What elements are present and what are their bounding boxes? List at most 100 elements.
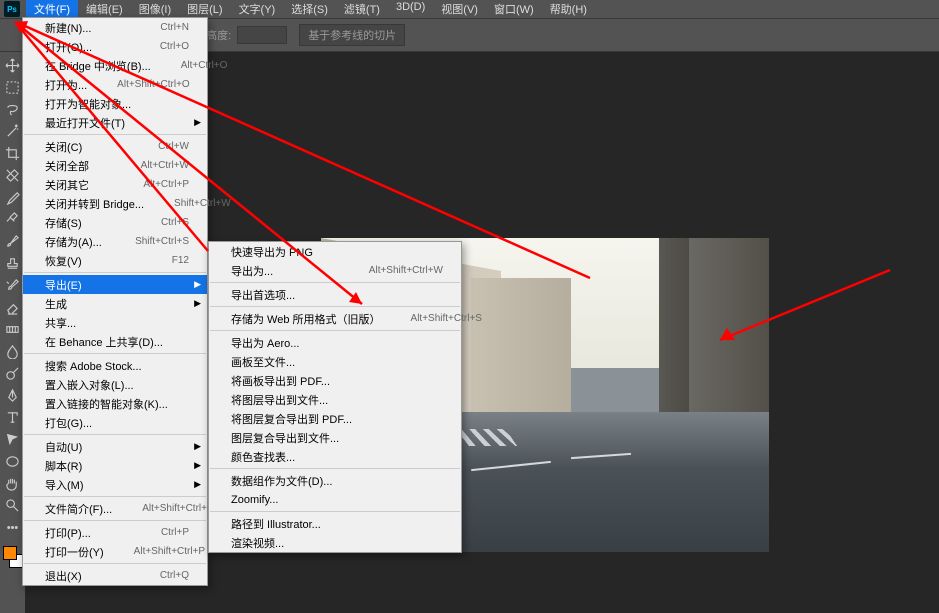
wand-tool[interactable] bbox=[3, 121, 23, 141]
file-item-25[interactable]: 自动(U)▶ bbox=[23, 437, 207, 456]
color-swatches[interactable] bbox=[3, 546, 23, 568]
menu-4[interactable]: 文字(Y) bbox=[231, 0, 284, 19]
export-item-5[interactable]: 存储为 Web 所用格式（旧版）Alt+Shift+Ctrl+S bbox=[209, 309, 461, 328]
export-item-1[interactable]: 导出为...Alt+Shift+Ctrl+W bbox=[209, 261, 461, 280]
zoom-tool[interactable] bbox=[3, 495, 23, 515]
menu-label: Zoomify... bbox=[231, 494, 278, 506]
menu-label: 画板至文件... bbox=[231, 354, 295, 370]
menu-label: 关闭(C) bbox=[45, 139, 82, 155]
file-item-21[interactable]: 置入嵌入对象(L)... bbox=[23, 375, 207, 394]
menu-label: 脚本(R) bbox=[45, 458, 82, 474]
path-tool[interactable] bbox=[3, 429, 23, 449]
stamp-tool[interactable] bbox=[3, 253, 23, 273]
file-item-18[interactable]: 在 Behance 上共享(D)... bbox=[23, 332, 207, 351]
pen-tool[interactable] bbox=[3, 385, 23, 405]
export-item-8[interactable]: 画板至文件... bbox=[209, 352, 461, 371]
crop-tool[interactable] bbox=[3, 143, 23, 163]
lasso-tool[interactable] bbox=[3, 99, 23, 119]
type-tool[interactable] bbox=[3, 407, 23, 427]
file-item-26[interactable]: 脚本(R) ▶ bbox=[23, 456, 207, 475]
height-label: 高度: bbox=[206, 27, 231, 43]
shortcut: Alt+Ctrl+P bbox=[143, 179, 189, 190]
gradient-tool[interactable] bbox=[3, 319, 23, 339]
ps-logo-icon: Ps bbox=[4, 1, 20, 17]
file-item-7[interactable]: 关闭(C)Ctrl+W bbox=[23, 137, 207, 156]
file-item-32[interactable]: 打印一份(Y)Alt+Shift+Ctrl+P bbox=[23, 542, 207, 561]
export-item-13[interactable]: 颜色查找表... bbox=[209, 447, 461, 466]
file-item-34[interactable]: 退出(X)Ctrl+Q bbox=[23, 566, 207, 585]
export-item-3[interactable]: 导出首选项... bbox=[209, 285, 461, 304]
menu-9[interactable]: 窗口(W) bbox=[486, 0, 542, 19]
move-tool[interactable] bbox=[3, 55, 23, 75]
file-item-11[interactable]: 存储(S)Ctrl+S bbox=[23, 213, 207, 232]
shortcut: Shift+Ctrl+W bbox=[174, 198, 231, 209]
menu-label: 快速导出为 PNG bbox=[231, 244, 313, 260]
file-item-13[interactable]: 恢复(V)F12 bbox=[23, 251, 207, 270]
export-item-0[interactable]: 快速导出为 PNG bbox=[209, 242, 461, 261]
menu-label: 打开(O)... bbox=[45, 39, 92, 55]
heal-tool[interactable] bbox=[3, 209, 23, 229]
file-item-20[interactable]: 搜索 Adobe Stock... bbox=[23, 356, 207, 375]
export-item-12[interactable]: 图层复合导出到文件... bbox=[209, 428, 461, 447]
file-item-31[interactable]: 打印(P)...Ctrl+P bbox=[23, 523, 207, 542]
menu-label: 导入(M) bbox=[45, 477, 84, 493]
shortcut: Ctrl+N bbox=[160, 22, 189, 33]
export-submenu: 快速导出为 PNG导出为...Alt+Shift+Ctrl+W 导出首选项... 存… bbox=[208, 241, 462, 553]
menu-label: 共享... bbox=[45, 315, 76, 331]
file-item-15[interactable]: 导出(E)▶ bbox=[23, 275, 207, 294]
menu-label: 置入嵌入对象(L)... bbox=[45, 377, 134, 393]
shortcut: Ctrl+Q bbox=[160, 570, 189, 581]
shortcut: Shift+Ctrl+S bbox=[135, 236, 189, 247]
file-item-12[interactable]: 存储为(A)...Shift+Ctrl+S bbox=[23, 232, 207, 251]
export-item-19[interactable]: 渲染视频... bbox=[209, 533, 461, 552]
separator bbox=[24, 563, 206, 564]
guide-label: 基于参考线的切片 bbox=[308, 27, 396, 43]
file-item-29[interactable]: 文件简介(F)...Alt+Shift+Ctrl+I bbox=[23, 499, 207, 518]
file-item-3[interactable]: 打开为...Alt+Shift+Ctrl+O bbox=[23, 75, 207, 94]
menu-8[interactable]: 视图(V) bbox=[433, 0, 486, 19]
eraser-tool[interactable] bbox=[3, 297, 23, 317]
submenu-arrow-icon: ▶ bbox=[194, 460, 201, 471]
shortcut: Ctrl+O bbox=[160, 41, 189, 52]
file-item-9[interactable]: 关闭其它Alt+Ctrl+P bbox=[23, 175, 207, 194]
file-item-8[interactable]: 关闭全部Alt+Ctrl+W bbox=[23, 156, 207, 175]
brush-tool[interactable] bbox=[3, 231, 23, 251]
export-item-7[interactable]: 导出为 Aero... bbox=[209, 333, 461, 352]
file-item-1[interactable]: 打开(O)... Ctrl+O bbox=[23, 37, 207, 56]
file-item-16[interactable]: 生成▶ bbox=[23, 294, 207, 313]
more-tools[interactable] bbox=[3, 517, 23, 537]
file-item-5[interactable]: 最近打开文件(T)▶ bbox=[23, 113, 207, 132]
export-item-15[interactable]: 数据组作为文件(D)... bbox=[209, 471, 461, 490]
marquee-tool[interactable] bbox=[3, 77, 23, 97]
file-item-0[interactable]: 新建(N)...Ctrl+N bbox=[23, 18, 207, 37]
menu-5[interactable]: 选择(S) bbox=[283, 0, 336, 19]
export-item-16[interactable]: Zoomify... bbox=[209, 490, 461, 509]
export-item-11[interactable]: 将图层复合导出到 PDF... bbox=[209, 409, 461, 428]
file-item-17[interactable]: 共享... bbox=[23, 313, 207, 332]
file-item-2[interactable]: 在 Bridge 中浏览(B)...Alt+Ctrl+O bbox=[23, 56, 207, 75]
menu-7[interactable]: 3D(D) bbox=[388, 0, 433, 19]
dodge-tool[interactable] bbox=[3, 363, 23, 383]
foreground-color[interactable] bbox=[3, 546, 17, 560]
file-item-10[interactable]: 关闭并转到 Bridge...Shift+Ctrl+W bbox=[23, 194, 207, 213]
eyedropper-tool[interactable] bbox=[3, 187, 23, 207]
blur-tool[interactable] bbox=[3, 341, 23, 361]
menu-6[interactable]: 滤镜(T) bbox=[336, 0, 388, 19]
guide-slice-button[interactable]: 基于参考线的切片 bbox=[299, 24, 405, 46]
export-item-10[interactable]: 将图层导出到文件... bbox=[209, 390, 461, 409]
file-item-22[interactable]: 置入链接的智能对象(K)... bbox=[23, 394, 207, 413]
menu-10[interactable]: 帮助(H) bbox=[542, 0, 595, 19]
file-item-23[interactable]: 打包(G)... bbox=[23, 413, 207, 432]
export-item-18[interactable]: 路径到 Illustrator... bbox=[209, 514, 461, 533]
export-item-9[interactable]: 将画板导出到 PDF... bbox=[209, 371, 461, 390]
menu-label: 导出(E) bbox=[45, 277, 82, 293]
hand-tool[interactable] bbox=[3, 473, 23, 493]
menu-label: 恢复(V) bbox=[45, 253, 82, 269]
history-brush-tool[interactable] bbox=[3, 275, 23, 295]
file-item-4[interactable]: 打开为智能对象... bbox=[23, 94, 207, 113]
shape-tool[interactable] bbox=[3, 451, 23, 471]
height-input[interactable] bbox=[237, 26, 287, 44]
slice-tool[interactable] bbox=[3, 165, 23, 185]
file-item-27[interactable]: 导入(M)▶ bbox=[23, 475, 207, 494]
menu-label: 打印一份(Y) bbox=[45, 544, 104, 560]
